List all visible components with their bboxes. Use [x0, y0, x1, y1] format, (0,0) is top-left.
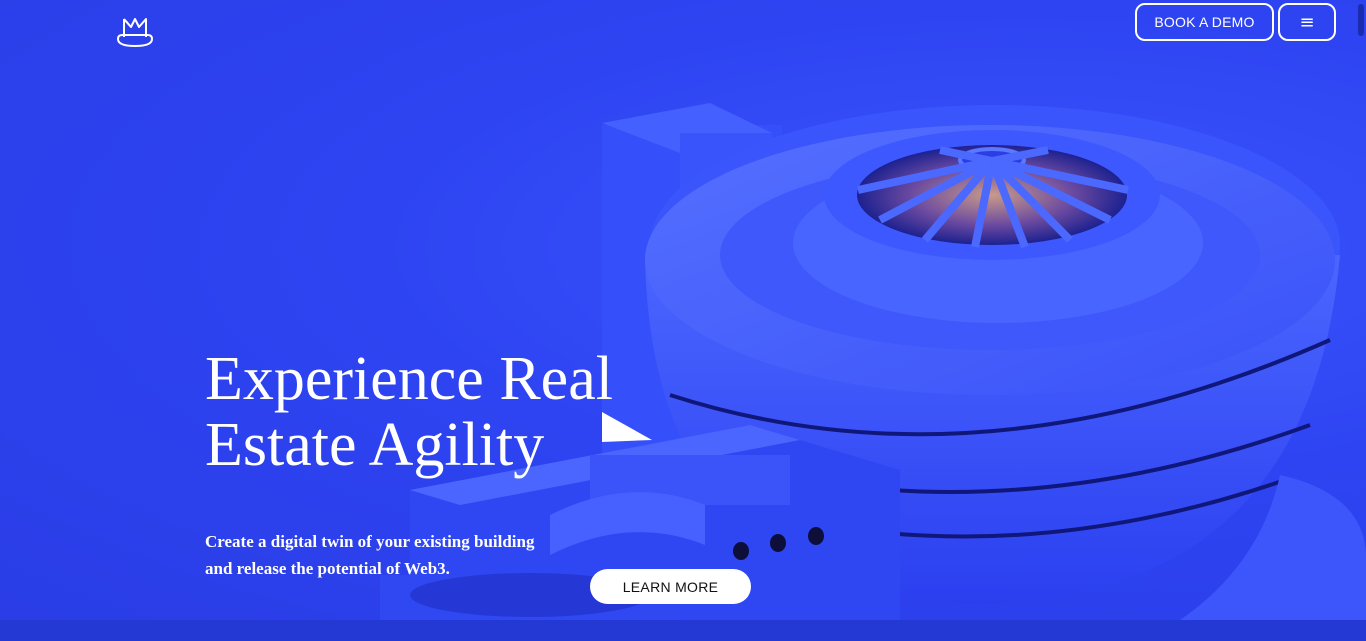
- headline-line-2: Estate Agility: [205, 411, 545, 479]
- book-demo-button[interactable]: BOOK A DEMO: [1135, 3, 1274, 41]
- headline-line-1: Experience Real: [205, 345, 613, 413]
- scrollbar[interactable]: [1358, 4, 1364, 36]
- bottom-bar: [0, 620, 1366, 641]
- menu-button[interactable]: ≡: [1278, 3, 1336, 41]
- museum-m-logo[interactable]: [116, 15, 154, 49]
- subtext-line-1: Create a digital twin of your existing b…: [205, 532, 535, 551]
- learn-more-button[interactable]: LEARN MORE: [590, 569, 751, 604]
- subtext-line-2: and release the potential of Web3.: [205, 559, 450, 578]
- hero-subtext: Create a digital twin of your existing b…: [205, 528, 605, 582]
- hamburger-menu-icon: ≡: [1299, 11, 1315, 33]
- hero-section: BOOK A DEMO ≡ Experience Real Estate Agi…: [0, 0, 1366, 620]
- play-arrow-icon: [602, 412, 652, 442]
